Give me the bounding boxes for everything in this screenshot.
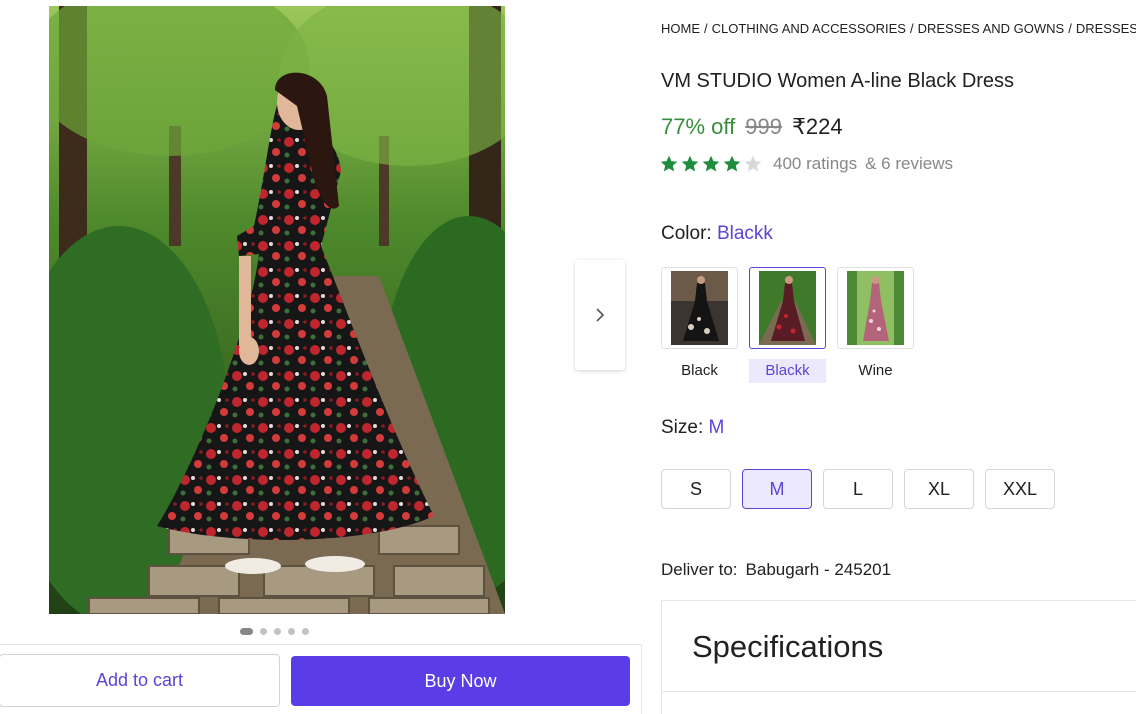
color-option-black[interactable]: Black (661, 267, 738, 383)
color-thumbnail (837, 267, 914, 349)
image-pagination (240, 628, 309, 635)
delivery-pincode: Babugarh - 245201 (745, 560, 892, 579)
color-option-label: Black (681, 362, 718, 379)
color-option-blackk[interactable]: Blackk (749, 267, 826, 383)
color-thumbnail (661, 267, 738, 349)
reviews-count[interactable]: & 6 reviews (865, 154, 953, 174)
breadcrumb-home[interactable]: HOME (661, 21, 700, 36)
delivery-location[interactable]: Deliver to: Babugarh - 245201 (661, 560, 891, 580)
add-to-cart-button[interactable]: Add to cart (0, 654, 280, 707)
size-options: S M L XL XXL (661, 469, 1055, 509)
dress-photo (49, 6, 505, 614)
price-row: 77% off 999 ₹224 (661, 114, 843, 140)
original-price: 999 (745, 114, 782, 139)
size-option-m[interactable]: M (742, 469, 812, 509)
pagination-dot[interactable] (260, 628, 267, 635)
specifications-body (661, 691, 1136, 714)
star-filled-icon (681, 155, 699, 172)
deliver-to-label: Deliver to: (661, 560, 738, 579)
ratings-count[interactable]: 400 ratings (773, 154, 857, 174)
sale-price: ₹224 (791, 114, 843, 139)
rating-row: 400 ratings & 6 reviews (659, 154, 953, 174)
breadcrumb-dresses[interactable]: DRESSES (1076, 21, 1136, 36)
selected-size: M (708, 417, 725, 438)
color-option-label: Blackk (749, 359, 826, 383)
color-label-text: Color: (661, 223, 712, 244)
color-thumbnail (749, 267, 826, 349)
breadcrumb-clothing[interactable]: CLOTHING AND ACCESSORIES (712, 21, 906, 36)
product-title: VM STUDIO Women A-line Black Dress (661, 70, 1015, 92)
buy-now-button[interactable]: Buy Now (291, 656, 630, 706)
star-filled-icon (723, 155, 741, 172)
color-swatches: Black Blackk Wine (661, 267, 914, 383)
size-option-xl[interactable]: XL (904, 469, 974, 509)
specifications-section: Specifications (661, 600, 1136, 692)
size-option-s[interactable]: S (661, 469, 731, 509)
dress-thumbnail-wine (847, 271, 904, 345)
discount-percent: 77% off (661, 114, 736, 139)
pagination-dot[interactable] (288, 628, 295, 635)
next-image-button[interactable] (575, 260, 625, 370)
star-filled-icon (702, 155, 720, 172)
pagination-dot[interactable] (302, 628, 309, 635)
color-label: Color: Blackk (661, 223, 773, 245)
product-image[interactable] (49, 6, 505, 614)
breadcrumb: HOME / CLOTHING AND ACCESSORIES / DRESSES AN… (661, 21, 1136, 36)
product-page: Add to cart Buy Now HOME / CLOTHING AND AC… (0, 0, 1136, 714)
size-option-l[interactable]: L (823, 469, 893, 509)
size-label: Size: M (661, 417, 724, 439)
specifications-title: Specifications (692, 629, 884, 664)
breadcrumb-dresses-gowns[interactable]: DRESSES AND GOWNS (918, 21, 1065, 36)
size-label-text: Size: (661, 417, 704, 438)
pagination-dot[interactable] (240, 628, 253, 635)
dress-thumbnail-black (671, 271, 728, 345)
star-filled-icon (660, 155, 678, 172)
color-option-label: Wine (858, 362, 893, 379)
star-rating (659, 154, 763, 174)
star-empty-icon (744, 155, 762, 172)
dress-thumbnail-blackk (759, 271, 816, 345)
color-option-wine[interactable]: Wine (837, 267, 914, 383)
pagination-dot[interactable] (274, 628, 281, 635)
selected-color: Blackk (716, 223, 773, 244)
chevron-right-icon (596, 308, 605, 322)
size-option-xxl[interactable]: XXL (985, 469, 1055, 509)
